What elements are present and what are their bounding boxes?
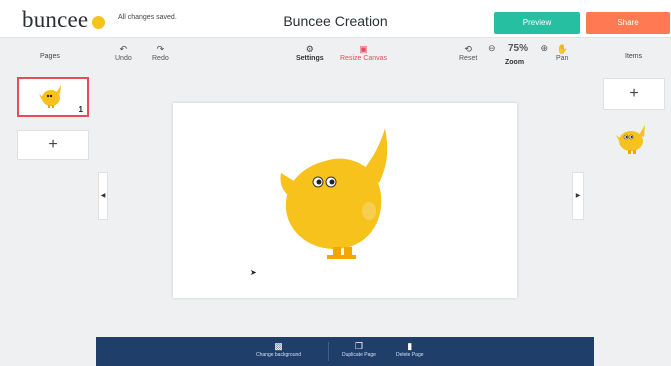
settings-button[interactable]: ⚙ Settings	[296, 44, 324, 62]
redo-label: Redo	[152, 55, 169, 62]
trash-icon: ▮	[407, 341, 413, 351]
duplicate-page-label: Duplicate Page	[342, 352, 376, 358]
add-item-button[interactable]: +	[603, 78, 665, 110]
collapse-left-button[interactable]: ◀	[98, 172, 108, 220]
zoom-in-icon[interactable]: ⊕	[540, 43, 548, 54]
buncee-editor: buncee All changes saved. Buncee Creatio…	[0, 0, 671, 366]
pan-label: Pan	[556, 55, 569, 62]
duplicate-page-button[interactable]: ❐ Duplicate Page	[342, 341, 376, 358]
zoom-out-icon[interactable]: ⊖	[488, 43, 496, 54]
settings-label: Settings	[296, 55, 324, 62]
chick-sticker-icon[interactable]	[173, 103, 517, 298]
page-number: 1	[78, 105, 83, 114]
undo-icon: ↶	[119, 44, 128, 54]
reset-label: Reset	[459, 55, 478, 62]
preview-button[interactable]: Preview	[494, 12, 580, 34]
image-icon: ▩	[274, 341, 283, 351]
redo-icon: ↷	[156, 44, 165, 54]
resize-canvas-label: Resize Canvas	[340, 55, 388, 62]
canvas-workspace	[110, 73, 580, 336]
items-panel: +	[594, 73, 671, 366]
item-thumbnail[interactable]	[613, 119, 653, 159]
reset-icon: ⟲	[464, 44, 472, 54]
chevron-left-icon: ◀	[100, 193, 106, 199]
delete-page-label: Delete Page	[396, 352, 424, 358]
change-background-button[interactable]: ▩ Change background	[256, 341, 301, 358]
chick-item-icon	[616, 125, 645, 154]
undo-label: Undo	[115, 55, 132, 62]
resize-icon: ▣	[359, 44, 368, 54]
page-actions-bar: ▩ Change background ❐ Duplicate Page ▮ D…	[96, 337, 594, 366]
chick-thumbnail-icon	[39, 85, 61, 108]
share-button[interactable]: Share	[586, 12, 670, 34]
collapse-right-button[interactable]: ▶	[572, 172, 584, 220]
pages-heading: Pages	[40, 53, 60, 60]
resize-canvas-button[interactable]: ▣ Resize Canvas	[340, 44, 387, 62]
mouse-cursor-icon: ➤	[250, 268, 257, 277]
pages-panel: 1 +	[0, 73, 96, 366]
redo-button[interactable]: ↷ Redo	[152, 44, 169, 62]
chevron-right-icon: ▶	[575, 193, 581, 199]
header-bar: buncee All changes saved. Buncee Creatio…	[0, 0, 671, 38]
buncee-canvas[interactable]	[173, 103, 517, 298]
reset-button[interactable]: ⟲ Reset	[459, 44, 477, 62]
pan-button[interactable]: ✋ Pan	[556, 44, 568, 62]
bottom-bar-divider	[328, 342, 329, 361]
page-thumbnail[interactable]: 1	[17, 77, 89, 117]
undo-button[interactable]: ↶ Undo	[115, 44, 132, 62]
copy-icon: ❐	[354, 341, 363, 351]
zoom-label: Zoom	[505, 59, 525, 66]
change-background-label: Change background	[256, 352, 302, 358]
zoom-value: 75%	[507, 43, 528, 54]
hand-icon: ✋	[556, 44, 568, 54]
toolbar: Pages ↶ Undo ↷ Redo ⚙ Settings ▣ Resize …	[0, 39, 671, 73]
gear-icon: ⚙	[305, 44, 314, 54]
delete-page-button[interactable]: ▮ Delete Page	[396, 341, 424, 358]
zoom-control: ⊖ 75% ⊕	[488, 43, 548, 54]
add-page-button[interactable]: +	[17, 130, 89, 160]
items-heading: Items	[625, 53, 643, 60]
